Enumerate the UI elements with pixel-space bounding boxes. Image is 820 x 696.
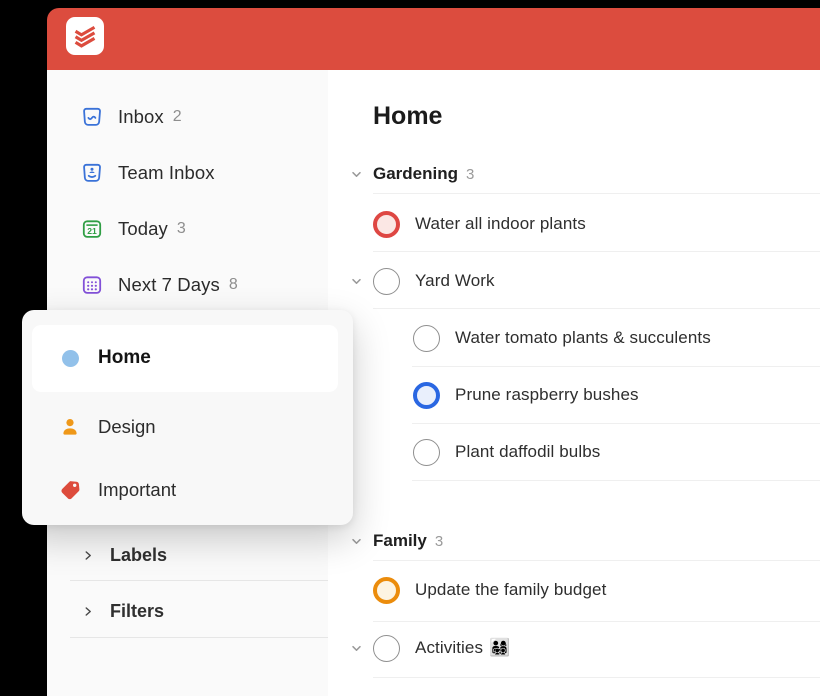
divider [373,621,820,622]
chevron-down-icon[interactable] [349,534,363,548]
app-header [47,8,820,70]
task-title: Activities [415,638,484,657]
popup-item-label: Important [98,479,177,500]
subtask-row[interactable]: Prune raspberry bushes [413,381,639,409]
sidebar-item-label: Next 7 Days [118,274,220,295]
svg-text:21: 21 [87,226,97,236]
divider [70,637,328,638]
task-row[interactable]: Update the family budget [373,576,606,604]
sidebar-section-labels[interactable]: Labels [47,539,328,571]
inbox-icon [80,105,104,129]
sidebar-item-label: Today [118,218,168,239]
sidebar-item-team-inbox[interactable]: Team Inbox [47,156,328,190]
next-7-days-icon [80,273,104,297]
divider [373,308,820,309]
task-row[interactable]: Water all indoor plants [373,210,586,238]
task-checkbox[interactable] [373,634,400,662]
task-checkbox[interactable] [413,381,440,409]
popup-item-label: Design [98,416,156,437]
section-name: Family [373,531,427,550]
project-popup: Home Design Important [22,310,353,525]
task-title: Prune raspberry bushes [455,385,639,404]
task-title: Yard Work [415,271,495,290]
person-icon [58,415,82,439]
chevron-right-icon [81,548,95,562]
divider [412,366,820,367]
divider [373,193,820,194]
section-header-gardening[interactable]: Gardening 3 [349,161,474,187]
task-row-parent[interactable]: Yard Work [349,267,495,295]
popup-item-label: Home [98,347,151,368]
sidebar-item-label: Inbox [118,106,164,127]
task-title: Plant daffodil bulbs [455,442,601,461]
task-checkbox[interactable] [413,324,440,352]
divider [373,677,820,678]
chevron-down-icon[interactable] [349,167,363,181]
subtask-row[interactable]: Water tomato plants & succulents [413,324,711,352]
todoist-logo-icon [74,25,96,48]
sidebar-item-next-7-days[interactable]: Next 7 Days 8 [47,268,328,302]
family-emoji: 👨‍👩‍👧‍👦 [489,638,511,657]
sidebar-section-label: Filters [110,600,165,621]
chevron-down-icon[interactable] [349,274,363,288]
section-name: Gardening [373,164,459,183]
app-window: Inbox 2 Team Inbox 21 Today 3 Next 7 Day… [0,0,820,696]
divider [412,423,820,424]
sidebar-item-label: Team Inbox [118,162,215,183]
task-row-parent[interactable]: Activities 👨‍👩‍👧‍👦 [349,634,510,662]
todoist-logo[interactable] [66,17,104,55]
tag-icon [58,478,82,502]
sidebar-item-count: 2 [172,108,182,125]
chevron-down-icon[interactable] [349,641,363,655]
popup-item-design[interactable]: Design [22,410,353,444]
divider [412,480,820,481]
task-checkbox[interactable] [373,210,400,238]
task-checkbox[interactable] [413,438,440,466]
task-title: Water tomato plants & succulents [455,328,711,347]
task-title: Update the family budget [415,580,607,599]
sidebar-section-label: Labels [110,544,168,565]
main-content: Home Gardening 3 Water all indoor plants… [328,70,820,696]
sidebar-item-count: 8 [228,276,238,293]
section-count: 3 [434,532,444,550]
project-color-dot [58,346,82,370]
popup-item-home[interactable]: Home [22,341,353,375]
section-header-family[interactable]: Family 3 [349,528,443,554]
today-calendar-icon: 21 [80,217,104,241]
team-inbox-icon [80,161,104,185]
section-count: 3 [466,165,475,183]
task-checkbox[interactable] [373,576,400,604]
sidebar-item-inbox[interactable]: Inbox 2 [47,100,328,134]
task-checkbox[interactable] [373,267,400,295]
subtask-row[interactable]: Plant daffodil bulbs [413,438,600,466]
sidebar-item-today[interactable]: 21 Today 3 [47,212,328,246]
sidebar-item-count: 3 [176,220,186,237]
sidebar-section-filters[interactable]: Filters [47,595,328,627]
task-title: Water all indoor plants [415,214,586,233]
popup-item-important[interactable]: Important [22,473,353,507]
divider [373,251,820,252]
divider [70,580,328,581]
page-title: Home [373,102,443,130]
chevron-right-icon [81,604,95,618]
divider [373,560,820,561]
